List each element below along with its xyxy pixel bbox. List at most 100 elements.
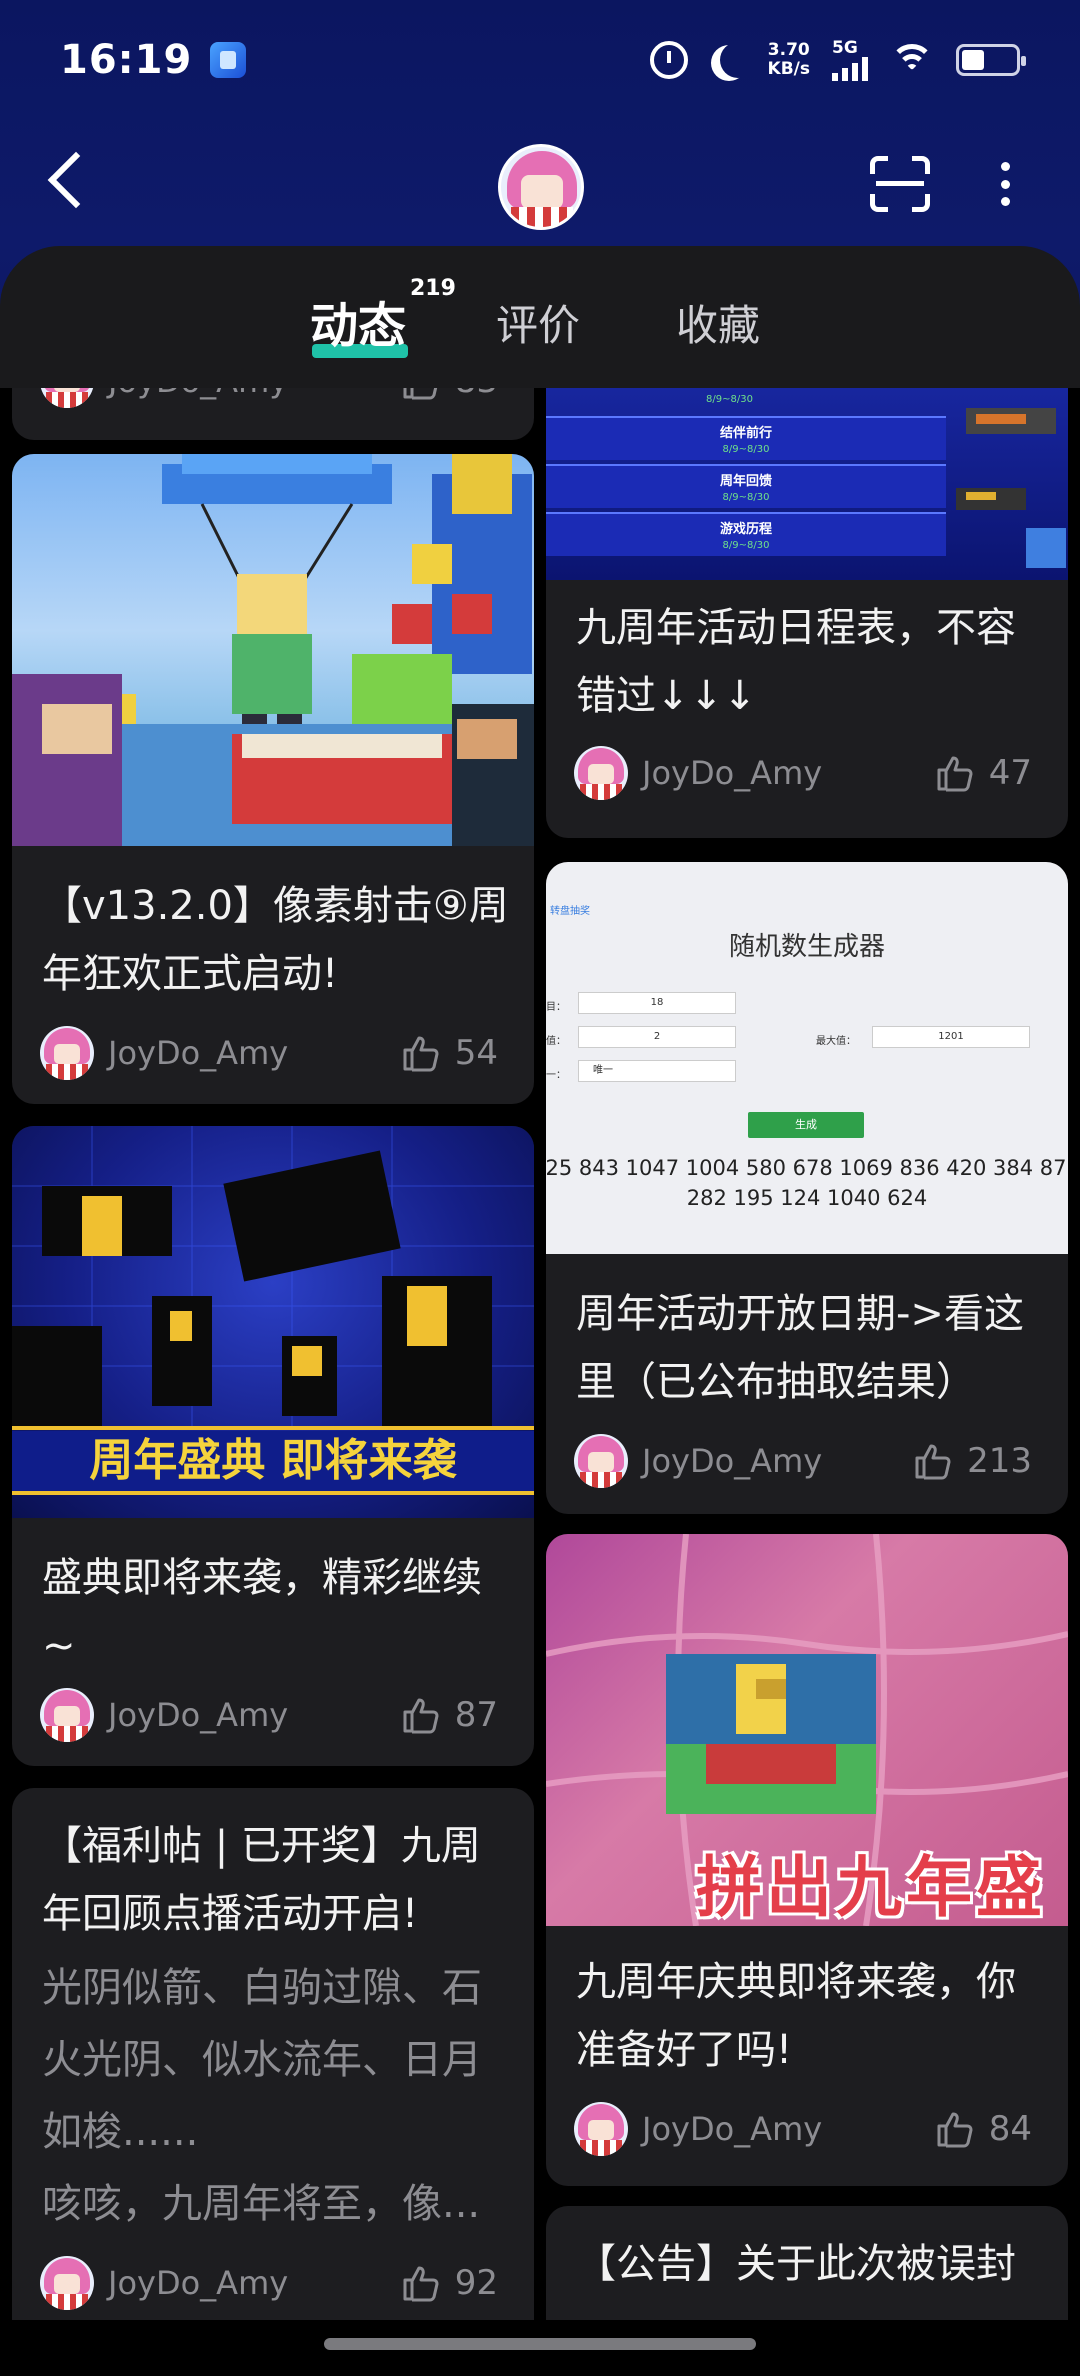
post-cover-image: 拼出九年盛 [546,1534,1068,1927]
like-button[interactable]: 87 [401,1695,498,1735]
image-row-label: 值： [546,1036,566,1047]
alarm-icon [649,41,688,79]
author-name[interactable]: JoyDo_Amy [642,2110,822,2148]
cellular-signal-icon: 5G [832,39,868,81]
like-count: 213 [967,1441,1032,1481]
battery-icon [956,44,1026,76]
tab-favorites[interactable]: 收藏 [676,292,760,353]
scan-icon[interactable] [870,156,930,212]
post-card[interactable]: 【v13.2.0】像素射击⑨周年狂欢正式启动! JoyDo_Amy 54 [12,454,534,1104]
post-card[interactable]: JoyDo_Amy 83 [12,388,534,440]
network-speed-value: 3.70 [767,40,810,60]
cover-image-caption: 拼出九年盛 [696,1849,1046,1926]
back-icon[interactable] [47,151,105,209]
status-bar: 16:19 3.70 KB/s 5G [0,0,1080,120]
like-count: 83 [455,388,498,401]
home-indicator[interactable] [324,2338,756,2350]
author-name[interactable]: JoyDo_Amy [108,1696,288,1734]
thumbs-up-icon [403,1036,439,1072]
network-type: 5G [832,38,858,58]
post-card[interactable]: 【福利帖 | 已开奖】九周年回顾点播活动开启! 光阴似箭、白驹过隙、石火光阴、似… [12,1788,534,2320]
post-title: 九周年庆典即将来袭，你准备好了吗! [576,1959,1016,2073]
image-field: 18 [578,992,736,1014]
wifi-icon [890,42,934,78]
post-card[interactable]: 周年盛典 即将来袭 盛典即将来袭，精彩继续~ JoyDo_Amy 87 [12,1126,534,1766]
image-row-label: 目： [546,1002,566,1013]
image-row-label: 一： [546,1070,566,1081]
top-nav-bar [0,120,1080,250]
thumbs-up-icon [915,1444,951,1480]
author-avatar[interactable] [574,2102,628,2156]
author-avatar[interactable] [40,1026,94,1080]
like-count: 54 [454,1033,498,1073]
post-cover-image: 8/9~8/30 结伴前行 8/9~8/30 周年回馈 8/9~8/30 游戏历… [546,388,1068,580]
more-options-icon[interactable] [1000,162,1010,206]
image-field: 1201 [872,1026,1030,1048]
post-card[interactable]: 拼出九年盛 九周年庆典即将来袭，你准备好了吗! JoyDo_Amy 84 [546,1534,1068,2186]
schedule-top-date: 8/9~8/30 [706,394,753,405]
like-count: 87 [454,1695,498,1735]
network-speed-unit: KB/s [767,59,810,79]
author-avatar[interactable] [40,1688,94,1742]
author-avatar[interactable] [40,388,94,408]
like-button[interactable]: 47 [935,753,1032,793]
post-meta: JoyDo_Amy 84 [574,2102,1032,2156]
post-card[interactable]: 8/9~8/30 结伴前行 8/9~8/30 周年回馈 8/9~8/30 游戏历… [546,388,1068,838]
post-title: 【福利帖 | 已开奖】九周年回顾点播活动开启! [42,1823,481,1937]
schedule-art [956,408,1066,568]
author-name[interactable]: JoyDo_Amy [108,388,288,400]
tab-reviews[interactable]: 评价 [496,292,580,353]
author-name[interactable]: JoyDo_Amy [642,754,822,792]
image-generate-button: 生成 [748,1112,864,1138]
like-button[interactable]: 54 [401,1033,498,1073]
tab-posts[interactable]: 动态 [310,286,406,356]
thumbs-up-icon [403,2266,439,2302]
like-count: 92 [454,2263,498,2303]
app-notification-icon [210,42,247,78]
post-card[interactable]: 转盘抽奖 随机数生成器 目： 18 值： 2 最大值： 1201 一： 唯一 生… [546,862,1068,1514]
network-speed: 3.70 KB/s [768,41,810,79]
cover-image-caption: 周年盛典 即将来袭 [89,1435,457,1486]
thumbs-up-icon [937,756,973,792]
like-button[interactable]: 83 [401,388,498,401]
status-icons: 3.70 KB/s 5G [649,39,1026,81]
schedule-row: 结伴前行 8/9~8/30 [546,416,946,460]
author-avatar[interactable] [40,2256,94,2310]
schedule-row: 游戏历程 8/9~8/30 [546,512,946,556]
post-meta: JoyDo_Amy 92 [40,2256,498,2310]
profile-avatar[interactable] [498,144,584,230]
author-avatar[interactable] [574,746,628,800]
post-excerpt: 光阴似箭、白驹过隙、石火光阴、似水流年、日月如梭...... [42,1965,482,2155]
post-title: 【公告】关于此次被误封 [576,2241,1016,2287]
header-background: 16:19 3.70 KB/s 5G 动态 219 评价 收藏 [0,0,1080,400]
like-button[interactable]: 84 [935,2109,1032,2149]
post-meta: JoyDo_Amy 47 [574,746,1032,800]
status-time: 16:19 [60,37,193,83]
post-cover-image [12,454,534,846]
post-title: 盛典即将来袭，精彩继续~ [42,1555,482,1669]
author-avatar[interactable] [574,1434,628,1488]
post-title: 周年活动开放日期->看这里（已公布抽取结果） [576,1291,1024,1405]
post-excerpt-continued: 咳咳，九周年将至，像... [42,2181,481,2227]
post-card[interactable]: 【公告】关于此次被误封 [546,2206,1068,2320]
tabs-panel: 动态 219 评价 收藏 [0,246,1080,388]
thumbs-up-icon [937,2112,973,2148]
post-feed[interactable]: JoyDo_Amy 83 [0,388,1080,2320]
image-result: 25 843 1047 1004 580 678 1069 836 420 38… [546,1156,1067,1180]
author-name[interactable]: JoyDo_Amy [108,2264,288,2302]
image-row-label: 最大值： [816,1036,856,1047]
parachute-pixel-art [12,454,534,846]
post-title: 九周年活动日程表，不容错过↓↓↓ [576,605,1016,719]
image-corner-label: 转盘抽奖 [550,906,590,917]
author-name[interactable]: JoyDo_Amy [108,1034,288,1072]
like-button[interactable]: 92 [401,2263,498,2303]
do-not-disturb-icon [720,42,756,78]
author-name[interactable]: JoyDo_Amy [642,1442,822,1480]
thumbs-up-icon [403,388,437,400]
image-result: 282 195 124 1040 624 [686,1186,928,1210]
image-heading: 随机数生成器 [728,932,885,962]
post-meta: JoyDo_Amy 83 [40,388,498,408]
post-meta: JoyDo_Amy 54 [40,1026,498,1080]
image-field: 2 [578,1026,736,1048]
like-button[interactable]: 213 [913,1441,1032,1481]
